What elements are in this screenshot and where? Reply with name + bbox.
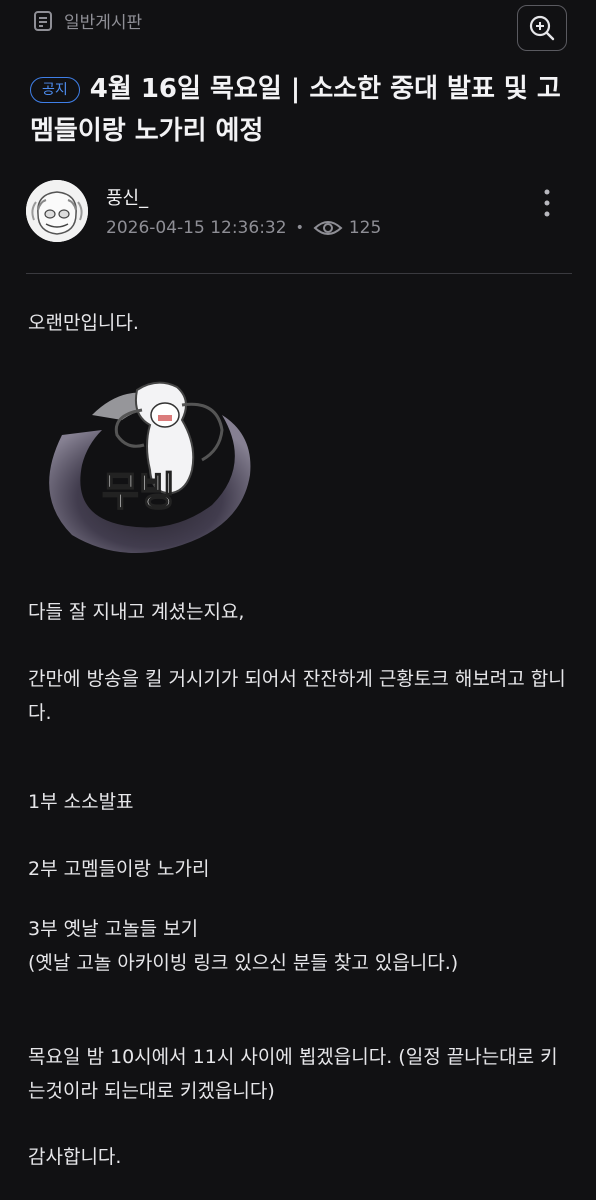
author-row: 풍신_ 2026-04-15 12:36:32 • 125 — [26, 178, 572, 248]
moving-sticker: 무빙 — [49, 381, 251, 553]
post-title: 4월 16일 목요일 | 소소한 중대 발표 및 고멤들이랑 노가리 예정 — [30, 74, 561, 146]
eye-icon — [313, 221, 343, 235]
part-2: 2부 고멤들이랑 노가리 — [28, 858, 210, 880]
meta-separator: • — [295, 220, 304, 236]
author-name[interactable]: 풍신_ — [106, 184, 148, 210]
avatar[interactable] — [26, 180, 88, 242]
sticker-text: 무빙 — [102, 469, 176, 515]
post-meta: 2026-04-15 12:36:32 • 125 — [106, 218, 381, 238]
post-title-block: 공지 4월 16일 목요일 | 소소한 중대 발표 및 고멤들이랑 노가리 예정 — [30, 68, 570, 152]
board-name: 일반게시판 — [64, 13, 143, 33]
top-bar: 일반게시판 — [0, 0, 596, 51]
board-link[interactable]: 일반게시판 — [32, 8, 142, 33]
divider — [26, 273, 572, 274]
greeting-text: 오랜만입니다. — [28, 312, 139, 334]
part-1: 1부 소소발표 — [28, 791, 134, 813]
avatar-image — [26, 180, 88, 242]
notice-badge: 공지 — [30, 77, 80, 103]
part-3-note: (옛날 고놀 아카이빙 링크 있으신 분들 찾고 있읍니다.) — [28, 952, 459, 974]
schedule-text: 목요일 밤 10시에서 11시 사이에 뵙겠읍니다. (일정 끝나는대로 키는것… — [28, 1046, 558, 1102]
zoom-in-icon — [529, 15, 555, 41]
zoom-button[interactable] — [517, 5, 567, 51]
part-3: 3부 옛날 고놀들 보기 — [28, 918, 199, 940]
paragraph-1: 다들 잘 지내고 계셨는지요, — [28, 601, 245, 623]
thanks-text: 감사합니다. — [28, 1146, 122, 1168]
more-options-button[interactable] — [533, 186, 561, 220]
more-vertical-icon — [544, 189, 550, 217]
document-icon — [34, 10, 52, 31]
post-datetime: 2026-04-15 12:36:32 — [106, 218, 287, 238]
paragraph-2: 간만에 방송을 킬 거시기가 되어서 잔잔하게 근황토크 해보려고 합니다. — [28, 668, 566, 724]
view-count: 125 — [348, 218, 382, 238]
sticker-image: 무빙 — [32, 375, 270, 560]
post-header: 공지 4월 16일 목요일 | 소소한 중대 발표 및 고멤들이랑 노가리 예정 — [30, 68, 570, 152]
